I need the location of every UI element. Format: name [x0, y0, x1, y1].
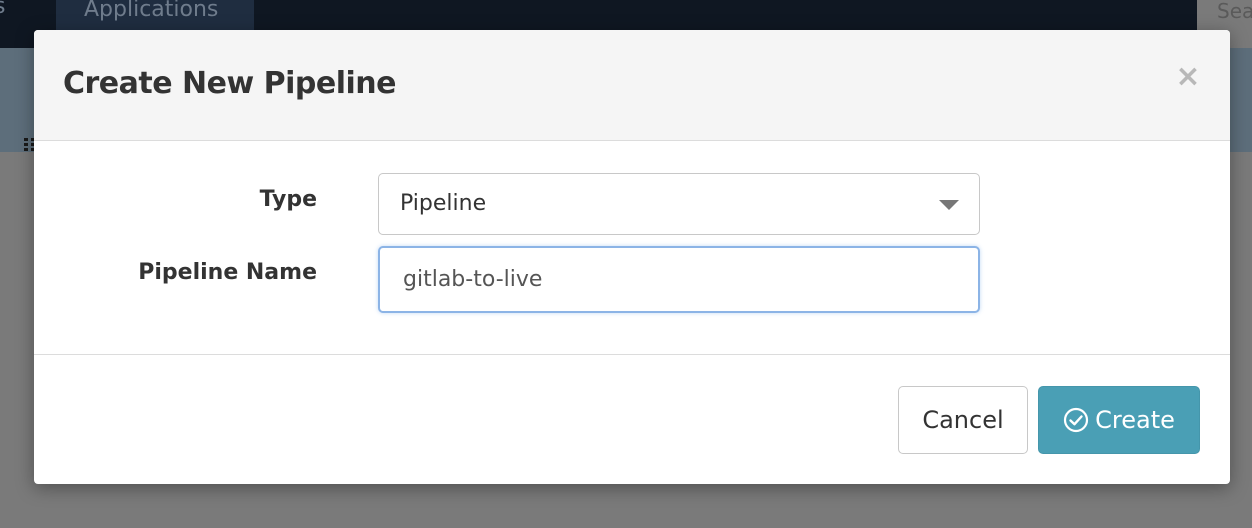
type-label: Type [259, 187, 317, 212]
modal-title: Create New Pipeline [63, 66, 397, 101]
modal-footer: Cancel Create [34, 355, 1230, 484]
create-button-label: Create [1095, 406, 1175, 434]
type-select[interactable]: Pipeline [378, 173, 980, 235]
caret-down-icon [939, 200, 959, 210]
nav-tab-fragment[interactable]: s [0, 0, 5, 19]
type-select-value: Pipeline [400, 191, 487, 216]
pipeline-name-label: Pipeline Name [138, 260, 317, 285]
check-circle-icon [1064, 407, 1089, 433]
modal-header: Create New Pipeline × [34, 30, 1230, 141]
close-icon[interactable]: × [1174, 60, 1202, 94]
modal-body: Type Pipeline Pipeline Name [34, 141, 1230, 355]
cancel-button[interactable]: Cancel [898, 386, 1028, 454]
create-button[interactable]: Create [1038, 386, 1200, 454]
pipeline-name-input[interactable] [378, 246, 980, 313]
create-pipeline-modal: Create New Pipeline × Type Pipeline Pipe… [34, 30, 1230, 484]
